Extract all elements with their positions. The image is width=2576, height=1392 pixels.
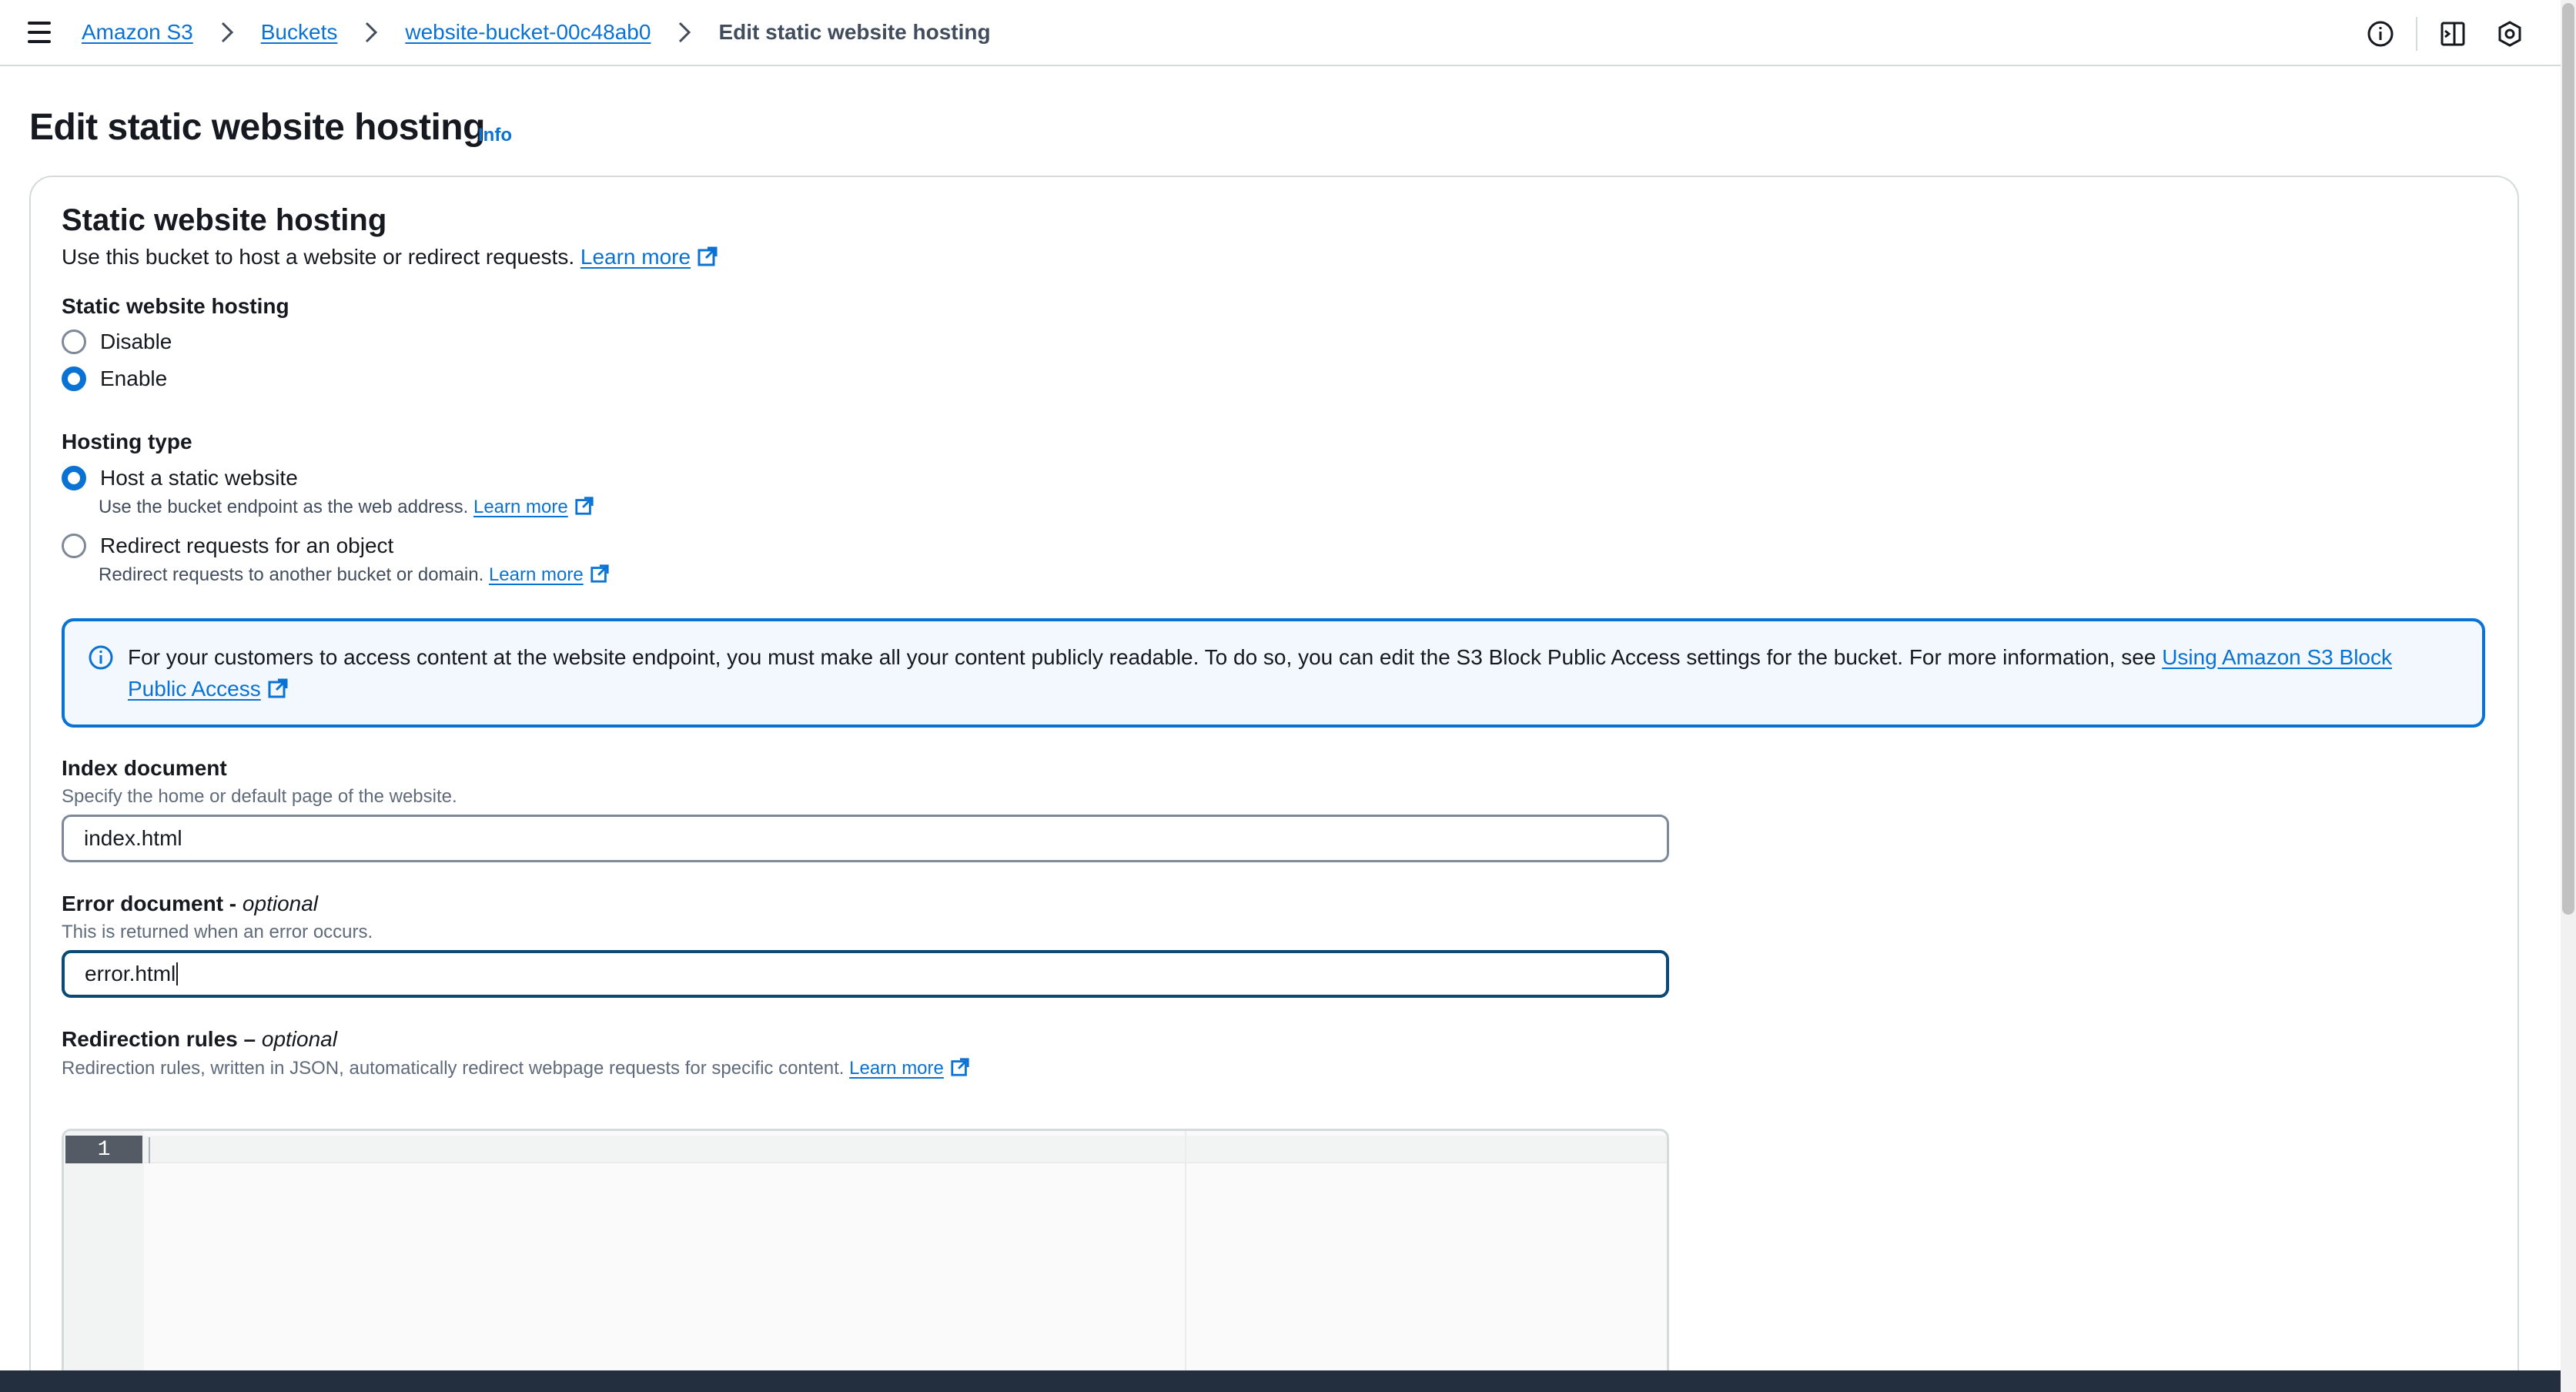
info-circle-icon	[88, 644, 114, 674]
text-cursor	[176, 962, 179, 985]
external-link-icon	[268, 678, 288, 698]
breadcrumb: Amazon S3 Buckets website-bucket-00c48ab…	[82, 18, 991, 46]
radio-host-static-website[interactable]: Host a static website	[62, 466, 298, 490]
scrollbar-thumb[interactable]	[2562, 3, 2574, 915]
top-icons	[2364, 17, 2527, 51]
redirection-rules-label: Redirection rules – optional	[62, 1027, 337, 1051]
footer-bar	[0, 1370, 2561, 1392]
external-link-icon	[698, 246, 718, 266]
settings-shield-icon[interactable]	[2493, 17, 2527, 51]
hosting-label: Static website hosting	[62, 294, 289, 318]
radio-button-checked[interactable]	[62, 366, 86, 391]
external-link-icon	[575, 497, 594, 515]
radio-enable[interactable]: Enable	[62, 366, 167, 391]
info-link[interactable]: Info	[478, 125, 512, 146]
editor-divider	[1185, 1131, 1186, 1392]
learn-more-link[interactable]: Learn more	[489, 564, 610, 585]
host-static-description: Use the bucket endpoint as the web addre…	[99, 496, 594, 518]
line-number: 1	[65, 1136, 142, 1163]
index-document-description: Specify the home or default page of the …	[62, 786, 457, 807]
chevron-right-icon	[357, 18, 385, 46]
learn-more-link[interactable]: Learn more	[473, 497, 594, 517]
redirection-rules-description: Redirection rules, written in JSON, auto…	[62, 1057, 970, 1079]
hosting-type-label: Hosting type	[62, 430, 192, 453]
alert-text: For your customers to access content at …	[128, 645, 2392, 701]
breadcrumb-bucket-name[interactable]: website-bucket-00c48ab0	[405, 20, 651, 45]
section-title: Static website hosting	[62, 203, 387, 237]
external-link-icon	[590, 564, 609, 583]
chevron-right-icon	[671, 18, 698, 46]
page-title: Edit static website hosting	[29, 107, 485, 148]
index-document-label: Index document	[62, 756, 227, 780]
info-alert: For your customers to access content at …	[62, 618, 2485, 728]
editor-gutter	[64, 1131, 144, 1392]
breadcrumb-amazon-s3[interactable]: Amazon S3	[82, 20, 193, 45]
radio-disable[interactable]: Disable	[62, 330, 172, 354]
index-document-input[interactable]: index.html	[62, 815, 1669, 862]
external-link-icon	[951, 1058, 969, 1076]
radio-button[interactable]	[62, 330, 86, 354]
learn-more-link[interactable]: Learn more	[580, 245, 718, 269]
menu-icon[interactable]	[28, 22, 52, 43]
split-panel-icon[interactable]	[2436, 17, 2470, 51]
error-document-label: Error document - optional	[62, 892, 319, 915]
editor-cursor	[149, 1137, 150, 1163]
breadcrumb-current: Edit static website hosting	[718, 20, 991, 44]
redirect-description: Redirect requests to another bucket or d…	[99, 564, 610, 586]
editor-active-line[interactable]	[144, 1136, 1667, 1163]
page-scrollbar[interactable]	[2561, 0, 2576, 1392]
radio-button-checked[interactable]	[62, 466, 86, 490]
error-document-input[interactable]: error.html	[62, 950, 1669, 998]
redirection-rules-editor[interactable]: 1	[62, 1129, 1669, 1392]
top-navigation-bar: Amazon S3 Buckets website-bucket-00c48ab…	[0, 0, 2561, 66]
divider	[2416, 17, 2417, 51]
radio-button[interactable]	[62, 534, 86, 558]
breadcrumb-buckets[interactable]: Buckets	[261, 20, 338, 45]
chevron-right-icon	[213, 18, 241, 46]
section-description: Use this bucket to host a website or red…	[62, 245, 718, 269]
radio-redirect-requests[interactable]: Redirect requests for an object	[62, 534, 393, 558]
info-icon[interactable]	[2364, 17, 2397, 51]
learn-more-link[interactable]: Learn more	[849, 1058, 970, 1079]
error-document-description: This is returned when an error occurs.	[62, 922, 373, 942]
